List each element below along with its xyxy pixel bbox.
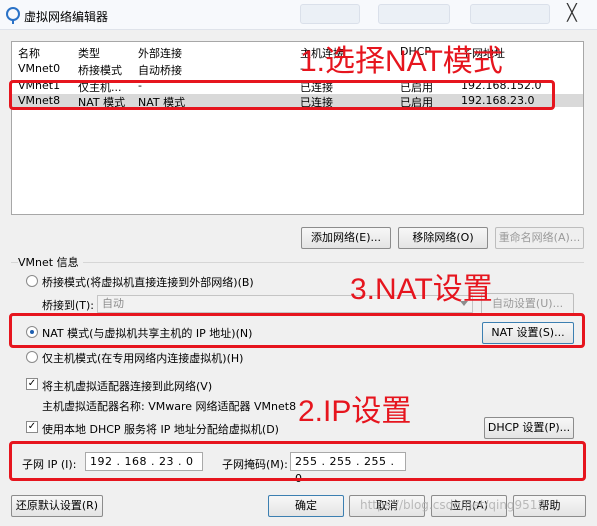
- column-header-name[interactable]: 名称: [18, 45, 40, 61]
- use-dhcp-checkbox[interactable]: ✓: [26, 421, 38, 433]
- ok-button[interactable]: 确定: [268, 495, 344, 517]
- remove-network-button[interactable]: 移除网络(O): [398, 227, 488, 249]
- connect-adapter-label[interactable]: 将主机虚拟适配器连接到此网络(V): [42, 378, 212, 394]
- bridge-to-label: 桥接到(T):: [42, 299, 95, 312]
- column-header-external[interactable]: 外部连接: [138, 45, 182, 61]
- bridge-mode-label[interactable]: 桥接模式(将虚拟机直接连接到外部网络)(B): [42, 274, 254, 290]
- dhcp-settings-button[interactable]: DHCP 设置(P)...: [484, 417, 574, 439]
- watermark: https://blog.csdn.net/qing9512: [360, 498, 546, 512]
- annotation-box-nat-mode: [9, 313, 585, 348]
- column-header-type[interactable]: 类型: [78, 45, 100, 61]
- close-icon[interactable]: ╳: [560, 4, 584, 22]
- group-divider: [11, 262, 584, 263]
- window-title: 虚拟网络编辑器: [24, 10, 109, 24]
- annotation-step2: 2.IP设置: [298, 395, 412, 428]
- annotation-step1: 1.选择NAT模式: [300, 45, 503, 78]
- annotation-box-ip: [9, 441, 586, 481]
- connect-adapter-checkbox[interactable]: ✓: [26, 378, 38, 390]
- background-tab: [470, 4, 550, 24]
- bridge-mode-radio[interactable]: [26, 275, 38, 287]
- background-tab: [378, 4, 450, 24]
- rename-network-button[interactable]: 重命名网络(A)...: [495, 227, 584, 249]
- cell-name: VMnet0: [18, 62, 61, 75]
- annotation-step3: 3.NAT设置: [350, 273, 493, 306]
- cell-type: 桥接模式: [78, 64, 122, 77]
- annotation-box-nat-row: [9, 80, 555, 110]
- auto-settings-button[interactable]: 自动设置(U)...: [481, 293, 574, 315]
- bridge-to-value: 自动: [102, 297, 124, 310]
- cell-external: 自动桥接: [138, 64, 182, 77]
- network-globe-icon: [6, 7, 20, 24]
- use-dhcp-label[interactable]: 使用本地 DHCP 服务将 IP 地址分配给虚拟机(D): [42, 421, 279, 437]
- host-only-label[interactable]: 仅主机模式(在专用网络内连接虚拟机)(H): [42, 350, 243, 366]
- host-only-radio[interactable]: [26, 351, 38, 363]
- vmnet-info-label: VMnet 信息: [18, 254, 83, 270]
- background-tab: [300, 4, 360, 24]
- add-network-button[interactable]: 添加网络(E)...: [301, 227, 391, 249]
- adapter-name-text: 主机虚拟适配器名称: VMware 网络适配器 VMnet8: [42, 400, 297, 413]
- restore-defaults-button[interactable]: 还原默认设置(R): [11, 495, 103, 517]
